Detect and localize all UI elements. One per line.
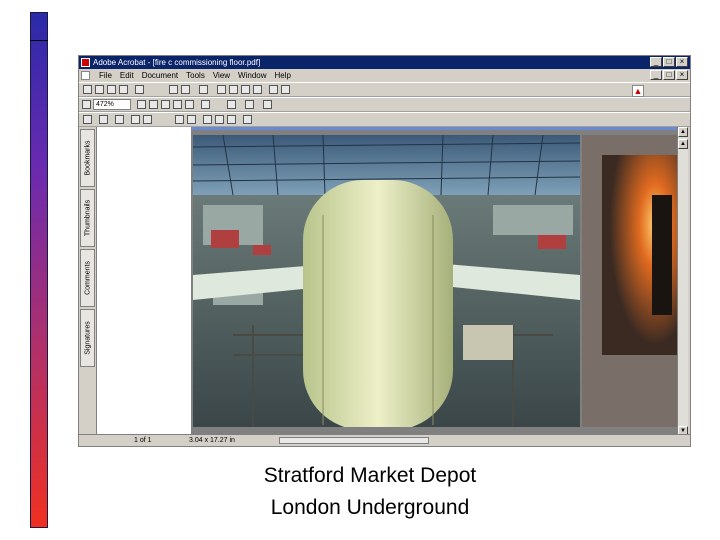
menu-window[interactable]: Window (234, 69, 270, 82)
fit-width-icon[interactable] (185, 100, 194, 109)
actual-size-icon[interactable] (161, 100, 170, 109)
menu-file[interactable]: File (95, 69, 116, 82)
open-icon[interactable] (83, 85, 92, 94)
sign-icon[interactable] (243, 115, 252, 124)
bookmarks-panel (97, 127, 191, 436)
print-icon[interactable] (107, 85, 116, 94)
touchup-icon[interactable] (263, 100, 272, 109)
slide-accent-tick (30, 40, 48, 41)
menu-document[interactable]: Document (138, 69, 182, 82)
page-indicator[interactable]: 1 of 1 (134, 435, 152, 446)
zoom-toolbar: 472% (79, 97, 690, 112)
maximize-button[interactable]: □ (663, 57, 675, 67)
movie-icon[interactable] (215, 115, 224, 124)
menu-tools[interactable]: Tools (182, 69, 209, 82)
nav-pane-icon[interactable] (199, 85, 208, 94)
title-bar: Adobe Acrobat - [fire c commissioning fl… (79, 56, 690, 69)
go-forward-icon[interactable] (281, 85, 290, 94)
caption-line-2: London Underground (270, 496, 470, 519)
acrobat-app-icon[interactable] (81, 58, 90, 67)
rotate-icon[interactable] (201, 100, 210, 109)
menu-help[interactable]: Help (271, 69, 295, 82)
scroll-up-icon[interactable]: ▲ (678, 127, 688, 137)
vertical-scrollbar[interactable]: ▲ ▲ ▼ (677, 127, 688, 436)
tab-signatures[interactable]: Signatures (80, 309, 95, 367)
tab-thumbnails[interactable]: Thumbnails (80, 189, 95, 247)
hand-icon[interactable] (181, 85, 190, 94)
stamp-icon[interactable] (131, 115, 140, 124)
binoculars-icon[interactable] (169, 85, 178, 94)
tab-bookmarks[interactable]: Bookmarks (80, 129, 95, 187)
link-icon[interactable] (143, 115, 152, 124)
caption-line-1: Stratford Market Depot (263, 464, 477, 487)
tools-toolbar (79, 112, 690, 127)
fire-glow-photo (582, 135, 678, 427)
search-icon[interactable] (135, 85, 144, 94)
window-title: Adobe Acrobat - [fire c commissioning fl… (93, 58, 261, 67)
email-icon[interactable] (119, 85, 128, 94)
doc-close-button[interactable]: × (676, 70, 688, 80)
article-icon[interactable] (203, 115, 212, 124)
page-size: 3.04 x 17.27 in (189, 437, 235, 444)
acrobat-logo-icon: ▲ (632, 85, 644, 97)
menu-view[interactable]: View (209, 69, 234, 82)
first-page-icon[interactable] (217, 85, 226, 94)
document-icon[interactable] (81, 71, 90, 80)
acrobat-window: Adobe Acrobat - [fire c commissioning fl… (78, 55, 691, 447)
select-text-icon[interactable] (227, 100, 236, 109)
crop-icon[interactable] (187, 115, 196, 124)
last-page-icon[interactable] (253, 85, 262, 94)
slide-accent-bar (30, 12, 48, 528)
highlight-icon[interactable] (115, 115, 124, 124)
hangar-aircraft-photo (193, 135, 580, 427)
status-bar: 1 of 1 3.04 x 17.27 in (79, 434, 690, 446)
scroll-up-arrow-icon[interactable]: ▲ (678, 139, 688, 149)
navigation-pane: Bookmarks Thumbnails Comments Signatures (79, 127, 97, 436)
file-toolbar (79, 82, 690, 97)
form-icon[interactable] (175, 115, 184, 124)
minimize-button[interactable]: _ (650, 57, 662, 67)
zoom-icon[interactable] (82, 100, 91, 109)
tab-comments[interactable]: Comments (80, 249, 95, 307)
go-back-icon[interactable] (269, 85, 278, 94)
save-icon[interactable] (95, 85, 104, 94)
attach-icon[interactable] (227, 115, 236, 124)
doc-minimize-button[interactable]: _ (650, 70, 662, 80)
note-icon[interactable] (83, 115, 92, 124)
menu-edit[interactable]: Edit (116, 69, 138, 82)
doc-restore-button[interactable]: □ (663, 70, 675, 80)
zoom-level-field[interactable]: 472% (93, 99, 131, 110)
next-page-icon[interactable] (241, 85, 250, 94)
view-top-edge (191, 127, 678, 130)
menu-bar: File Edit Document Tools View Window Hel… (79, 69, 690, 82)
magnify-icon[interactable] (245, 100, 254, 109)
prev-page-icon[interactable] (229, 85, 238, 94)
pencil-icon[interactable] (99, 115, 108, 124)
close-button[interactable]: × (676, 57, 688, 67)
zoom-out-icon[interactable] (137, 100, 146, 109)
fit-page-icon[interactable] (173, 100, 182, 109)
horizontal-scrollbar[interactable] (279, 437, 429, 444)
zoom-in-icon[interactable] (149, 100, 158, 109)
